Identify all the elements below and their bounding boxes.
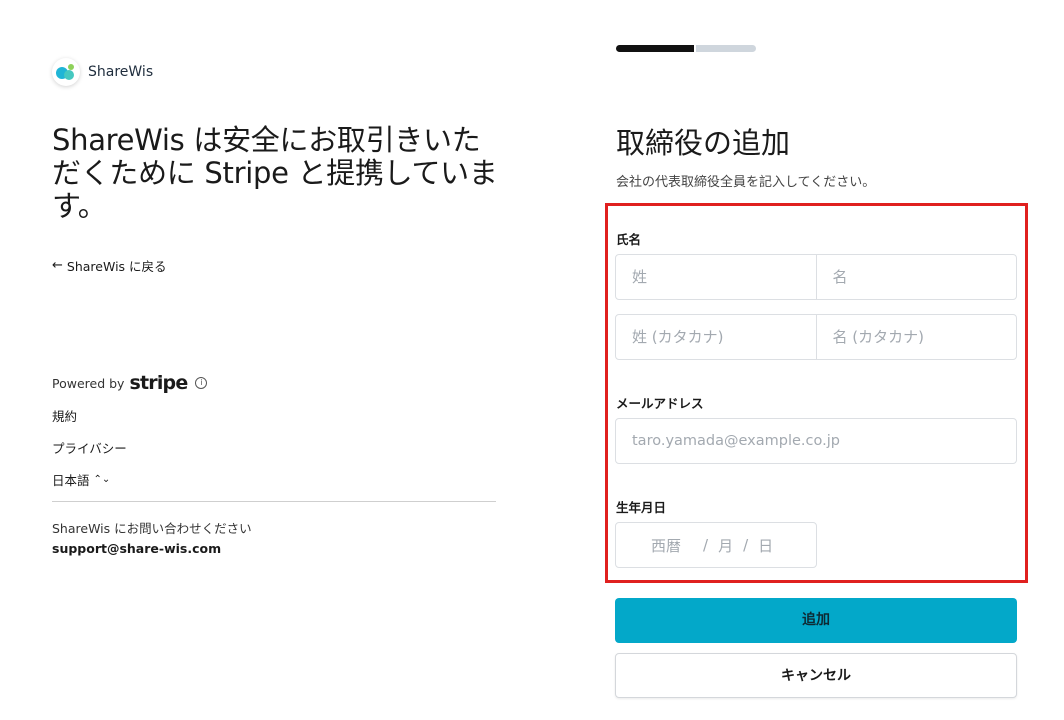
- back-link-label: ShareWis に戻る: [66, 259, 167, 274]
- back-link[interactable]: ← ShareWis に戻る: [52, 256, 167, 275]
- chevron-up-down-icon: ⌃⌄: [93, 474, 111, 485]
- arrow-left-icon: ←: [52, 258, 63, 273]
- progress-bar: [616, 45, 756, 52]
- terms-link[interactable]: 規約: [52, 406, 77, 425]
- last-name-kana-input[interactable]: [616, 315, 816, 359]
- page-headline: ShareWis は安全にお取引きいただくために Stripe と提携しています…: [52, 123, 498, 223]
- dob-separator: /: [743, 536, 749, 554]
- last-name-input[interactable]: [616, 255, 816, 299]
- sharewis-logo-icon: [52, 58, 80, 86]
- powered-by-label: Powered by: [52, 375, 125, 391]
- cancel-button[interactable]: キャンセル: [615, 653, 1017, 698]
- contact-text: ShareWis にお問い合わせください: [52, 521, 252, 536]
- info-icon[interactable]: i: [195, 377, 208, 389]
- add-button[interactable]: 追加: [615, 598, 1017, 643]
- divider: [52, 501, 496, 502]
- dob-day-input[interactable]: 日: [758, 535, 773, 556]
- language-selector[interactable]: 日本語 ⌃⌄: [52, 470, 110, 489]
- brand-name: ShareWis: [88, 64, 154, 80]
- language-label: 日本語: [52, 473, 90, 488]
- brand: ShareWis: [52, 58, 153, 86]
- form-title: 取締役の追加: [616, 126, 791, 160]
- dob-separator: /: [703, 536, 709, 554]
- dob-month-input[interactable]: 月: [718, 535, 733, 556]
- privacy-link[interactable]: プライバシー: [52, 438, 127, 457]
- name-inputs: [615, 254, 1017, 300]
- first-name-kana-input[interactable]: [815, 315, 1016, 359]
- email-input[interactable]: [615, 418, 1017, 464]
- name-kana-inputs: [615, 314, 1017, 360]
- stripe-logo: stripe: [129, 372, 188, 394]
- progress-done-segment: [616, 45, 694, 52]
- progress-remaining-segment: [696, 45, 756, 52]
- first-name-input[interactable]: [815, 255, 1016, 299]
- email-label: メールアドレス: [616, 396, 704, 411]
- name-label: 氏名: [616, 232, 642, 247]
- powered-by-stripe[interactable]: Powered by stripe i: [52, 372, 208, 394]
- dob-year-input[interactable]: 西暦: [651, 535, 681, 556]
- contact-email[interactable]: support@share-wis.com: [52, 541, 221, 556]
- date-of-birth-field: 西暦 / 月 / 日: [615, 522, 817, 568]
- dob-label: 生年月日: [616, 500, 667, 515]
- form-subtitle: 会社の代表取締役全員を記入してください。: [616, 175, 876, 190]
